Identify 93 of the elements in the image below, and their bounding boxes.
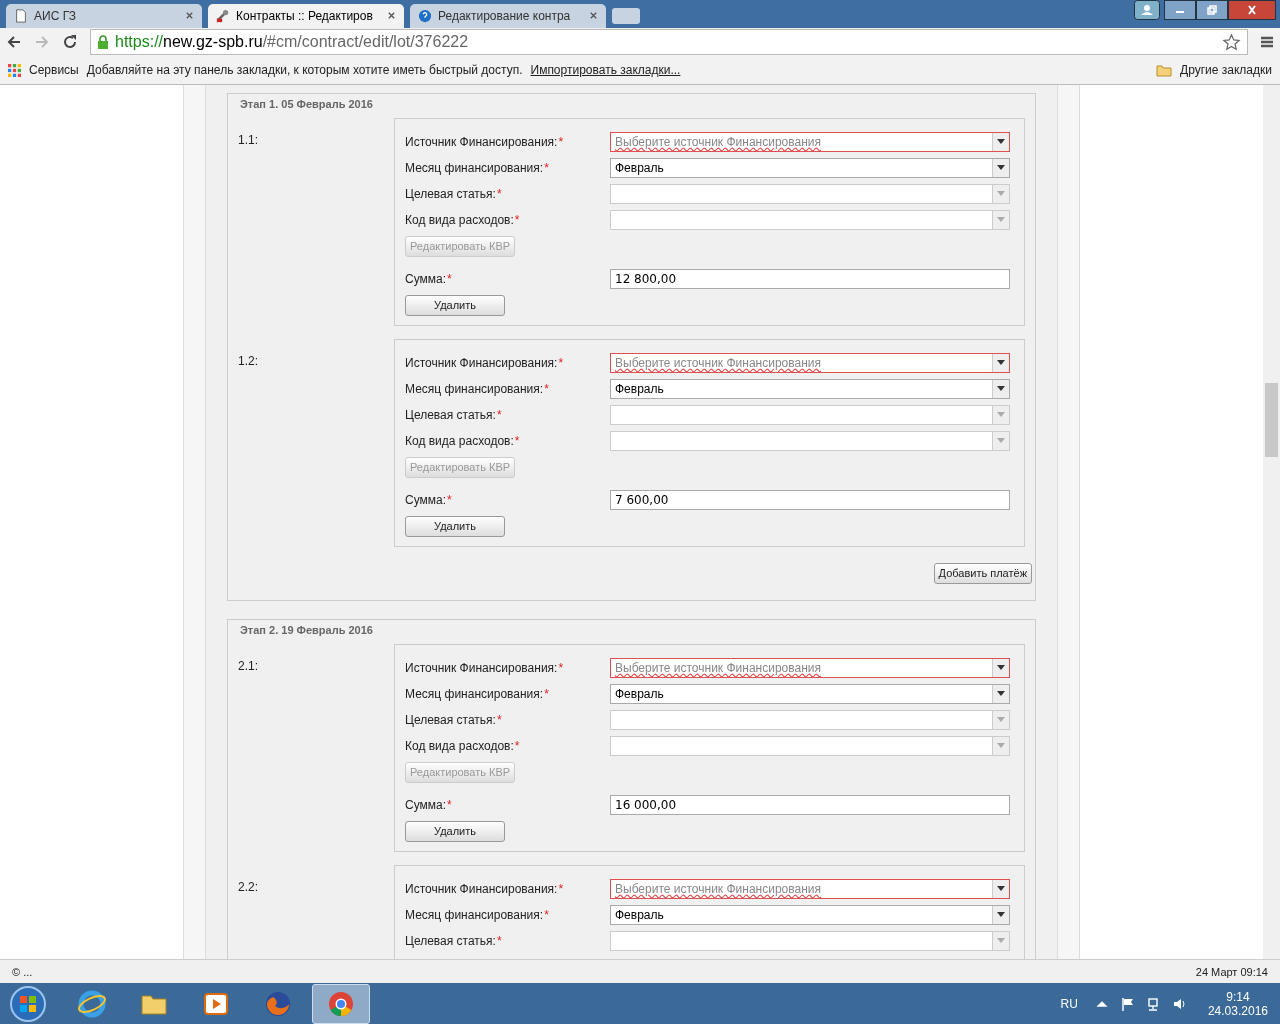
globe-icon bbox=[77, 988, 107, 1019]
help-icon bbox=[418, 8, 432, 23]
amount-field[interactable]: 16 000,00 bbox=[610, 794, 1010, 815]
add-payment-button[interactable]: Добавить платёж bbox=[933, 562, 1032, 584]
dropdown-field[interactable]: Февраль bbox=[610, 378, 1010, 399]
new-tab-button[interactable] bbox=[612, 7, 640, 24]
stage-legend: Этап 1. 05 Февраль 2016 bbox=[238, 97, 375, 110]
scrollbar-thumb[interactable] bbox=[1265, 382, 1278, 457]
delete-button[interactable]: Удалить bbox=[405, 294, 505, 316]
reload-icon[interactable] bbox=[62, 34, 78, 51]
amount-field[interactable]: 7 600,00 bbox=[610, 489, 1010, 510]
caret-icon bbox=[997, 912, 1005, 918]
clock[interactable]: 9:14 24.03.2016 bbox=[1195, 989, 1280, 1018]
minimize-button[interactable] bbox=[1164, 0, 1196, 20]
dropdown-field[interactable]: Февраль bbox=[610, 904, 1010, 925]
browser-tab[interactable]: Контракты :: Редактиров bbox=[208, 3, 404, 28]
network-icon[interactable] bbox=[1146, 996, 1161, 1011]
caret-icon bbox=[997, 717, 1005, 723]
scrollbar[interactable] bbox=[1263, 84, 1280, 960]
dropdown-field[interactable]: Выберите источник Финансирования bbox=[610, 352, 1010, 373]
language-indicator[interactable]: RU bbox=[1060, 996, 1078, 1011]
folder-icon bbox=[1156, 63, 1173, 77]
payment-number: 2.1: bbox=[238, 657, 259, 675]
taskbar-app[interactable] bbox=[312, 983, 370, 1024]
caret-icon bbox=[997, 360, 1005, 366]
close-icon[interactable] bbox=[387, 11, 396, 21]
caret-icon bbox=[997, 412, 1005, 418]
payment-number: 1.1: bbox=[238, 131, 259, 149]
field-label: Источник Финансирования:* bbox=[405, 134, 565, 149]
lock-icon bbox=[97, 35, 109, 50]
star-icon[interactable] bbox=[1222, 32, 1241, 52]
dropdown-field[interactable]: Выберите источник Финансирования bbox=[610, 878, 1010, 899]
field-label: Сумма:* bbox=[405, 797, 453, 812]
bookmarks-hint: Добавляйте на эту панель закладки, к которым хотите иметь быстрый доступ. bbox=[86, 63, 523, 78]
user-icon[interactable] bbox=[1134, 0, 1160, 20]
browser-tab[interactable]: АИС ГЗ bbox=[6, 3, 202, 28]
menu-icon[interactable] bbox=[1260, 35, 1274, 50]
field-label: Целевая статья:* bbox=[405, 407, 503, 422]
caret-icon bbox=[997, 743, 1005, 749]
field-label: Источник Финансирования:* bbox=[405, 660, 565, 675]
field-label: Целевая статья:* bbox=[405, 933, 503, 948]
close-icon bbox=[1246, 5, 1258, 15]
field-label: Сумма:* bbox=[405, 492, 453, 507]
payment-number: 2.2: bbox=[238, 878, 259, 896]
status-text: © ... bbox=[12, 965, 33, 978]
dropdown-field[interactable]: Выберите источник Финансирования bbox=[610, 131, 1010, 152]
other-bookmarks-link[interactable]: Другие закладки bbox=[1180, 63, 1272, 78]
caret-icon bbox=[997, 191, 1005, 197]
start-button[interactable] bbox=[8, 983, 48, 1024]
dropdown-field[interactable]: Февраль bbox=[610, 157, 1010, 178]
apps-link[interactable]: Сервисы bbox=[29, 63, 79, 78]
field-label: Месяц финансирования:* bbox=[405, 907, 550, 922]
caret-icon bbox=[997, 139, 1005, 145]
field-label: Сумма:* bbox=[405, 271, 453, 286]
delete-button[interactable]: Удалить bbox=[405, 820, 505, 842]
caret-icon bbox=[997, 691, 1005, 697]
field-label: Целевая статья:* bbox=[405, 186, 503, 201]
dropdown-field[interactable]: Февраль bbox=[610, 683, 1010, 704]
caret-icon bbox=[997, 217, 1005, 223]
page-icon bbox=[14, 8, 28, 23]
browser-tab[interactable]: Редактирование контра bbox=[410, 3, 606, 28]
maximize-button[interactable] bbox=[1196, 0, 1228, 20]
close-icon[interactable] bbox=[589, 11, 598, 21]
stage-legend: Этап 2. 19 Февраль 2016 bbox=[238, 623, 375, 636]
field-label: Месяц финансирования:* bbox=[405, 686, 550, 701]
field-label: Источник Финансирования:* bbox=[405, 355, 565, 370]
field-label: Код вида расходов:* bbox=[405, 212, 521, 227]
field-label: Код вида расходов:* bbox=[405, 433, 521, 448]
close-button[interactable] bbox=[1228, 0, 1276, 20]
payment-number: 1.2: bbox=[238, 352, 259, 370]
dropdown-field[interactable]: Выберите источник Финансирования bbox=[610, 657, 1010, 678]
caret-icon bbox=[997, 386, 1005, 392]
tools-icon bbox=[216, 8, 230, 23]
volume-icon[interactable] bbox=[1172, 996, 1187, 1011]
maximize-icon bbox=[1206, 5, 1218, 15]
field-label: Код вида расходов:* bbox=[405, 738, 521, 753]
field-label: Целевая статья:* bbox=[405, 712, 503, 727]
delete-button[interactable]: Удалить bbox=[405, 515, 505, 537]
caret-icon bbox=[997, 938, 1005, 944]
import-bookmarks-link[interactable]: Импортировать закладки... bbox=[530, 63, 681, 78]
caret-icon bbox=[997, 665, 1005, 671]
caret-icon bbox=[997, 438, 1005, 444]
amount-field[interactable]: 12 800,00 bbox=[610, 268, 1010, 289]
apps-grid-icon bbox=[8, 63, 21, 77]
address-bar[interactable]: https://new.gz-spb.ru/#cm/contract/edit/lot/376222 bbox=[90, 29, 1248, 56]
flag-icon[interactable] bbox=[1120, 996, 1135, 1011]
status-date: 24 Март 09:14 bbox=[1195, 965, 1268, 978]
field-label: Месяц финансирования:* bbox=[405, 381, 550, 396]
caret-icon bbox=[997, 886, 1005, 892]
caret-icon bbox=[997, 165, 1005, 171]
field-label: Источник Финансирования:* bbox=[405, 881, 565, 896]
field-label: Месяц финансирования:* bbox=[405, 160, 550, 175]
close-icon[interactable] bbox=[185, 11, 194, 21]
